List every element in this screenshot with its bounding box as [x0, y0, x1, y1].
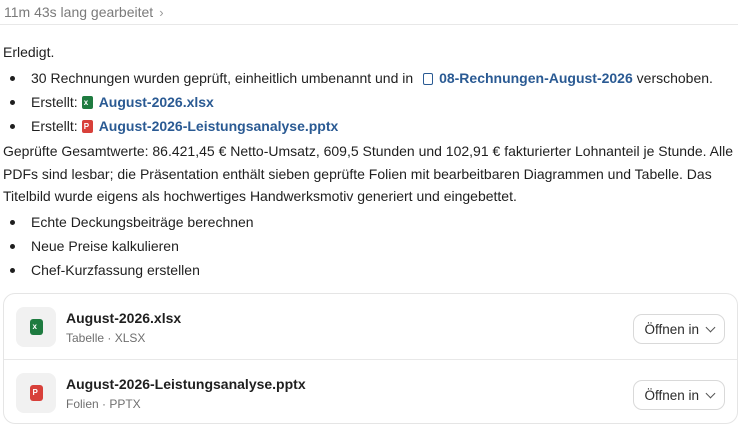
- file-link-pptx[interactable]: August-2026-Leistungsanalyse.pptx: [99, 118, 339, 134]
- folder-icon: [423, 73, 434, 85]
- file-card-xlsx[interactable]: x August-2026.xlsx Tabelle · XLSX Öffnen…: [4, 294, 737, 359]
- chevron-down-icon: [705, 388, 716, 398]
- result-list: 30 Rechnungen wurden geprüft, einheitlic…: [3, 66, 738, 138]
- moved-text: 30 Rechnungen wurden geprüft, einheitlic…: [31, 70, 414, 86]
- folder-link[interactable]: 08-Rechnungen-August-2026: [439, 70, 633, 86]
- list-item: Erstellt: x August-2026.xlsx: [3, 90, 738, 114]
- summary-paragraph: Geprüfte Gesamtwerte: 86.421,45 € Netto-…: [3, 143, 734, 204]
- powerpoint-file-icon: P: [16, 373, 56, 413]
- work-duration-header[interactable]: 11m 43s lang gearbeitet ›: [0, 0, 738, 25]
- suggestion-item: Echte Deckungsbeiträge berechnen: [3, 210, 738, 234]
- work-duration-label: 11m 43s lang gearbeitet: [4, 4, 154, 20]
- created-label: Erstellt:: [31, 118, 78, 134]
- powerpoint-file-icon: P: [81, 120, 93, 133]
- file-cards: x August-2026.xlsx Tabelle · XLSX Öffnen…: [3, 293, 738, 424]
- suggestion-item: Chef-Kurzfassung erstellen: [3, 258, 738, 282]
- chevron-right-icon: ›: [159, 4, 164, 20]
- created-label: Erstellt:: [31, 94, 78, 110]
- excel-file-icon: x: [16, 307, 56, 347]
- file-card-pptx[interactable]: P August-2026-Leistungsanalyse.pptx Foli…: [4, 359, 737, 423]
- chevron-down-icon: [705, 322, 716, 332]
- suggestion-list: Echte Deckungsbeiträge berechnen Neue Pr…: [3, 210, 738, 282]
- moved-suffix: verschoben.: [636, 70, 713, 86]
- file-name: August-2026.xlsx: [66, 310, 182, 326]
- open-in-button[interactable]: Öffnen in: [633, 380, 725, 410]
- list-item: Erstellt: P August-2026-Leistungsanalyse.p…: [3, 114, 738, 138]
- excel-file-icon: x: [81, 96, 93, 109]
- open-in-label: Öffnen in: [644, 387, 699, 403]
- assistant-message: Erledigt. 30 Rechnungen wurden geprüft, …: [3, 40, 738, 282]
- open-in-button[interactable]: Öffnen in: [633, 314, 725, 344]
- file-type: Tabelle · XLSX: [66, 331, 146, 345]
- file-name: August-2026-Leistungsanalyse.pptx: [66, 376, 306, 392]
- open-in-label: Öffnen in: [644, 321, 699, 337]
- done-text: Erledigt.: [3, 44, 55, 60]
- suggestion-item: Neue Preise kalkulieren: [3, 234, 738, 258]
- file-link-xlsx[interactable]: August-2026.xlsx: [99, 94, 214, 110]
- list-item: 30 Rechnungen wurden geprüft, einheitlic…: [3, 66, 738, 90]
- file-type: Folien · PPTX: [66, 397, 141, 411]
